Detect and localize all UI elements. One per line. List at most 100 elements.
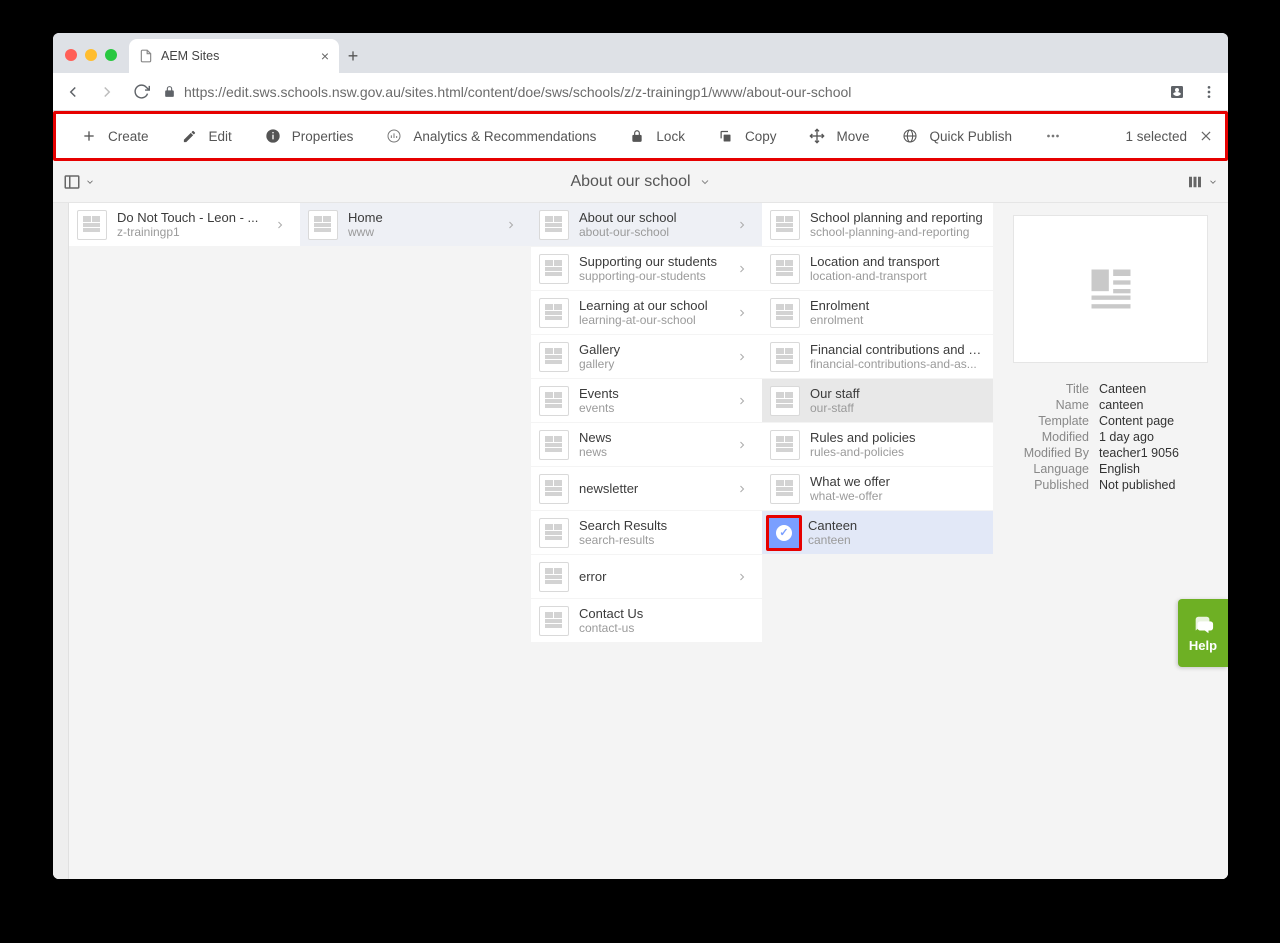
quick-publish-button[interactable]: Quick Publish — [887, 123, 1026, 149]
back-button[interactable] — [61, 80, 85, 104]
page-thumbnail-icon[interactable] — [539, 606, 569, 636]
page-thumbnail-icon[interactable] — [770, 210, 800, 240]
list-item[interactable]: School planning and reportingschool-plan… — [762, 203, 993, 247]
list-item[interactable]: newsletter — [531, 467, 762, 511]
item-title: Canteen — [808, 518, 985, 533]
meta-row: PublishedNot published — [1009, 477, 1212, 493]
list-item[interactable]: error — [531, 555, 762, 599]
page-thumbnail-icon[interactable] — [539, 298, 569, 328]
page-thumbnail-icon[interactable] — [539, 254, 569, 284]
meta-label: Modified By — [1009, 446, 1099, 460]
page-thumbnail-icon[interactable] — [770, 254, 800, 284]
meta-value: 1 day ago — [1099, 430, 1154, 444]
maximize-window-icon[interactable] — [105, 49, 117, 61]
page-thumbnail-icon[interactable] — [539, 474, 569, 504]
item-title: Home — [348, 210, 499, 225]
action-bar: Create Edit Properties Analytics & Recom… — [56, 114, 1225, 158]
help-widget[interactable]: Help — [1178, 599, 1228, 667]
page-thumbnail-icon[interactable] — [770, 474, 800, 504]
url-field[interactable]: https://edit.sws.schools.nsw.gov.au/site… — [163, 84, 1156, 100]
item-title: Financial contributions and as... — [810, 342, 985, 357]
list-item[interactable]: Our staffour-staff — [762, 379, 993, 423]
meta-value: canteen — [1099, 398, 1143, 412]
column-3: School planning and reportingschool-plan… — [762, 203, 993, 879]
meta-label: Template — [1009, 414, 1099, 428]
secondary-bar: About our school — [53, 161, 1228, 203]
page-thumbnail-icon[interactable] — [539, 386, 569, 416]
page-thumbnail-icon[interactable] — [308, 210, 338, 240]
analytics-button[interactable]: Analytics & Recommendations — [371, 123, 610, 149]
list-item[interactable]: Location and transportlocation-and-trans… — [762, 247, 993, 291]
pencil-icon — [181, 127, 199, 145]
meta-label: Published — [1009, 478, 1099, 492]
selection-checkmark-icon[interactable]: ✓ — [766, 515, 802, 551]
lock-button[interactable]: Lock — [614, 123, 699, 149]
meta-label: Language — [1009, 462, 1099, 476]
list-item[interactable]: Newsnews — [531, 423, 762, 467]
item-path: financial-contributions-and-as... — [810, 357, 985, 371]
chevron-down-icon — [85, 177, 95, 187]
list-item[interactable]: What we offerwhat-we-offer — [762, 467, 993, 511]
list-item[interactable]: Financial contributions and as...financi… — [762, 335, 993, 379]
page-thumbnail-icon[interactable] — [539, 430, 569, 460]
item-title: error — [579, 569, 730, 584]
page-thumbnail-icon[interactable] — [539, 518, 569, 548]
new-tab-button[interactable]: + — [339, 46, 367, 73]
close-tab-icon[interactable]: × — [321, 48, 329, 64]
meta-row: TitleCanteen — [1009, 381, 1212, 397]
view-switcher-button[interactable] — [1186, 173, 1218, 191]
page-thumbnail-icon[interactable] — [770, 386, 800, 416]
browser-menu-icon[interactable] — [1198, 81, 1220, 103]
list-item[interactable]: Search Resultssearch-results — [531, 511, 762, 555]
item-title: Location and transport — [810, 254, 985, 269]
page-title-dropdown[interactable]: About our school — [95, 173, 1186, 191]
minimize-window-icon[interactable] — [85, 49, 97, 61]
column-view: Do Not Touch - Leon - ...z-trainingp1 Ho… — [53, 203, 1228, 879]
chat-icon — [1191, 614, 1215, 636]
chevron-right-icon — [730, 307, 754, 319]
page-thumbnail-icon[interactable] — [539, 342, 569, 372]
forward-button[interactable] — [95, 80, 119, 104]
list-item[interactable]: Do Not Touch - Leon - ...z-trainingp1 — [69, 203, 300, 247]
browser-tab[interactable]: AEM Sites × — [129, 39, 339, 73]
list-item[interactable]: Enrolmentenrolment — [762, 291, 993, 335]
page-thumbnail-icon[interactable] — [770, 298, 800, 328]
list-item[interactable]: Contact Uscontact-us — [531, 599, 762, 643]
copy-button[interactable]: Copy — [703, 123, 791, 149]
list-item[interactable]: About our schoolabout-our-school — [531, 203, 762, 247]
move-icon — [808, 127, 826, 145]
rail-toggle-button[interactable] — [63, 173, 95, 191]
list-item[interactable]: Learning at our schoollearning-at-our-sc… — [531, 291, 762, 335]
list-item[interactable]: Rules and policiesrules-and-policies — [762, 423, 993, 467]
list-item[interactable]: Gallerygallery — [531, 335, 762, 379]
deselect-button[interactable] — [1197, 127, 1215, 145]
list-item[interactable]: Supporting our studentssupporting-our-st… — [531, 247, 762, 291]
tab-title: AEM Sites — [161, 49, 219, 63]
properties-button[interactable]: Properties — [250, 123, 368, 149]
meta-value: Content page — [1099, 414, 1174, 428]
ellipsis-icon — [1044, 127, 1062, 145]
item-path: search-results — [579, 533, 754, 547]
move-button[interactable]: Move — [794, 123, 883, 149]
list-item[interactable]: Homewww — [300, 203, 531, 247]
extension-icon[interactable] — [1166, 81, 1188, 103]
meta-row: Modified Byteacher1 9056 — [1009, 445, 1212, 461]
reload-button[interactable] — [129, 80, 153, 104]
more-actions-button[interactable] — [1030, 123, 1076, 149]
list-item[interactable]: ✓Canteencanteen — [762, 511, 993, 555]
item-path: www — [348, 225, 499, 239]
detail-panel: TitleCanteenNamecanteenTemplateContent p… — [993, 203, 1228, 879]
edit-button[interactable]: Edit — [167, 123, 246, 149]
close-window-icon[interactable] — [65, 49, 77, 61]
meta-row: Namecanteen — [1009, 397, 1212, 413]
page-thumbnail-icon[interactable] — [539, 210, 569, 240]
page-thumbnail-icon[interactable] — [770, 430, 800, 460]
page-placeholder-icon — [1085, 263, 1137, 315]
page-thumbnail-icon[interactable] — [539, 562, 569, 592]
column-overflow-left[interactable] — [53, 203, 69, 879]
page-thumbnail-icon[interactable] — [770, 342, 800, 372]
page-thumbnail-icon[interactable] — [77, 210, 107, 240]
chevron-down-icon — [699, 176, 711, 188]
list-item[interactable]: Eventsevents — [531, 379, 762, 423]
create-button[interactable]: Create — [66, 123, 163, 149]
